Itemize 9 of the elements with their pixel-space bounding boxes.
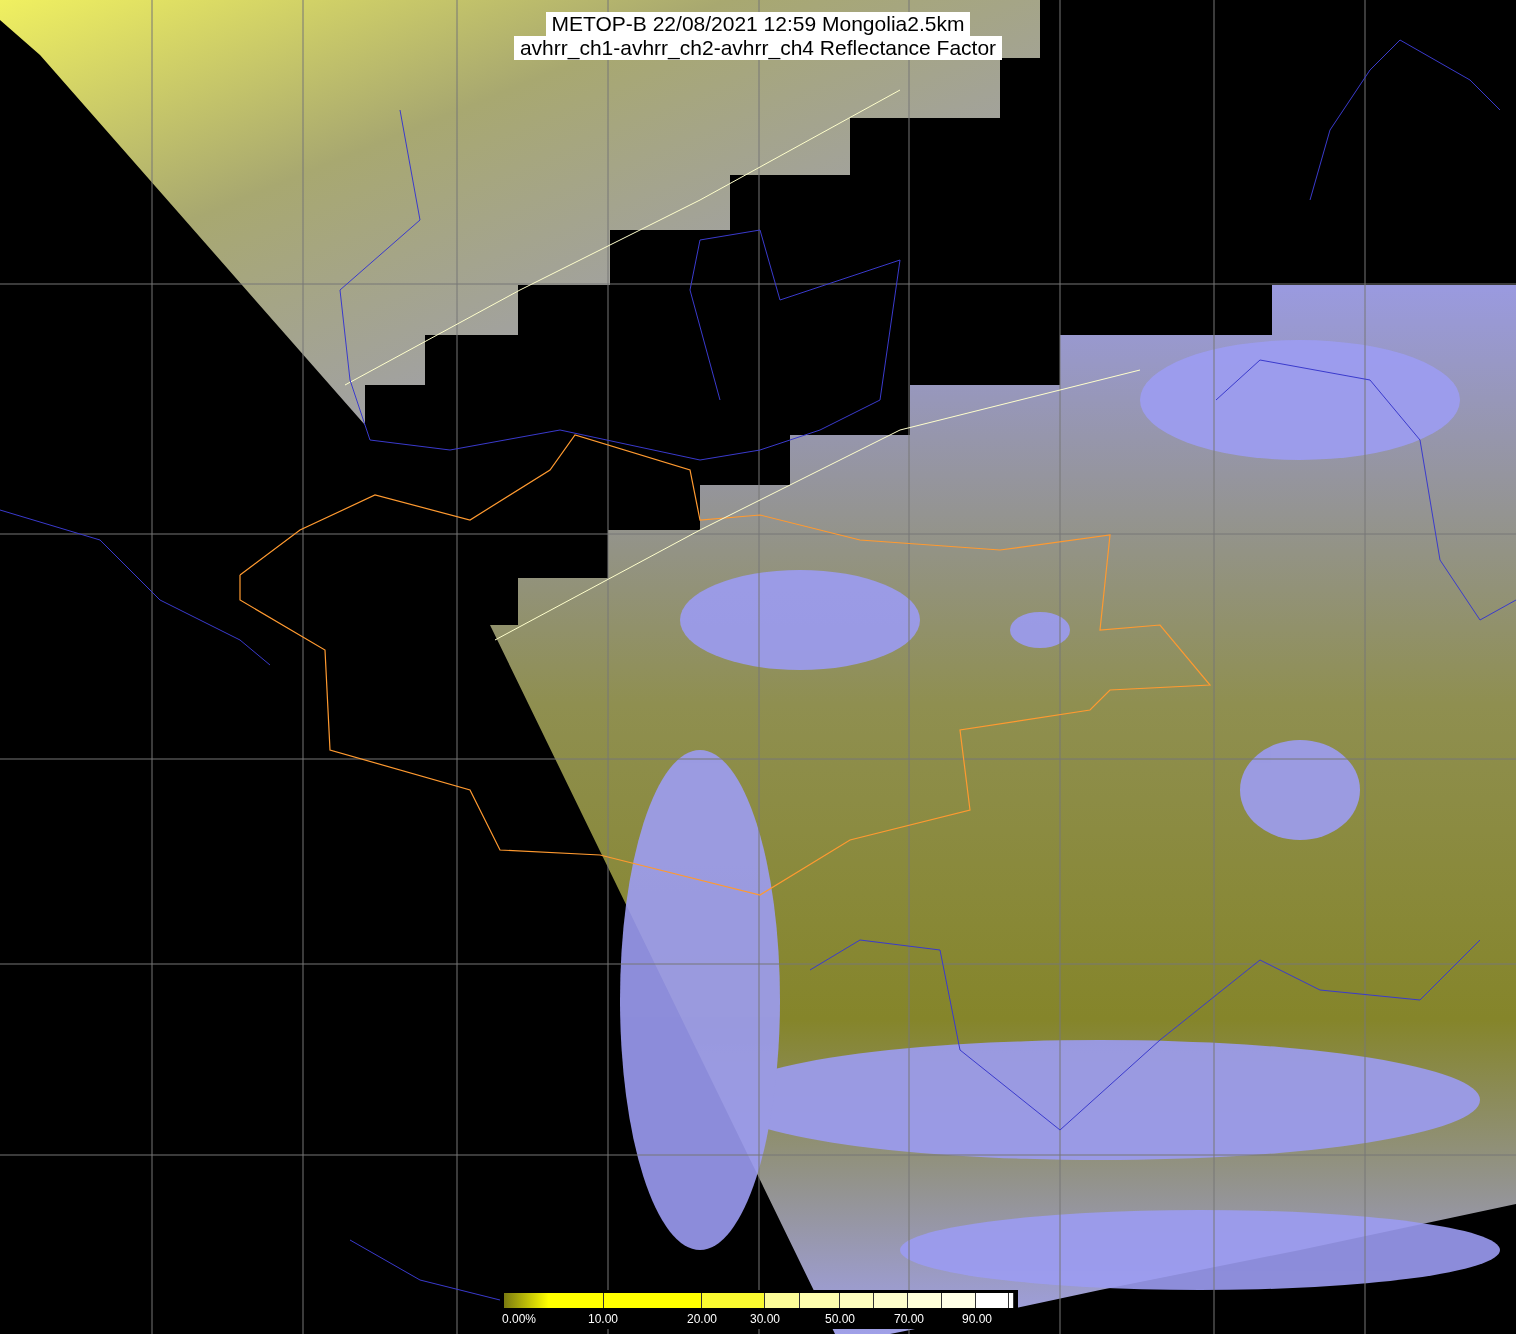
map-title: avhrr_ch1-avhrr_ch2-avhrr_ch4 Reflectance Factor [513,36,1003,60]
scale-label: 90.00 [962,1311,993,1327]
scale-label: 20.00 [687,1311,718,1327]
scale-label: 70.00 [894,1311,925,1327]
scale-label: 50.00 [825,1311,856,1327]
scale-label: 30.00 [750,1311,781,1327]
map-title: METOP-B 22/08/2021 12:59 Mongolia2.5km [545,12,971,36]
scale-label: 0.00% [502,1311,537,1327]
scale-label: 10.00 [588,1311,619,1327]
